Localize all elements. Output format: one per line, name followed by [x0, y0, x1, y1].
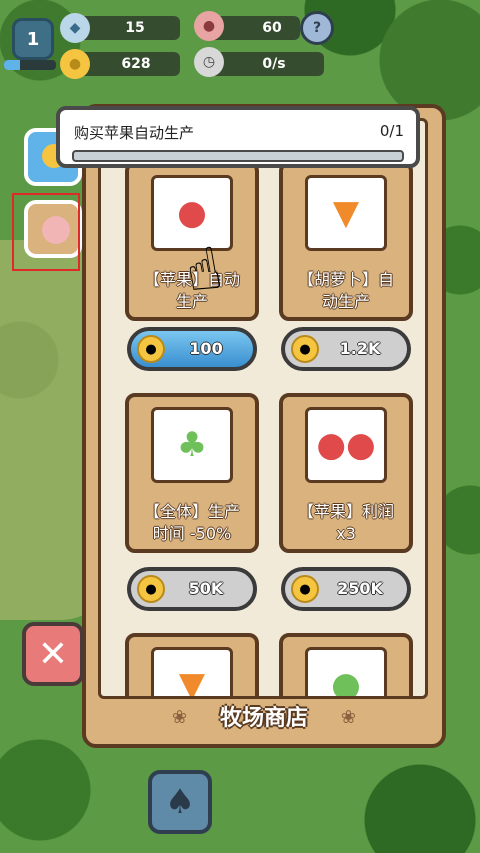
shop-card-apple-profit[interactable]: ●● 【苹果】利润 x3	[279, 393, 413, 553]
price-value: 50K	[188, 579, 224, 598]
coin-icon: ●	[137, 575, 165, 603]
close-button[interactable]: ✕	[22, 622, 84, 686]
quest-count: 0/1	[379, 122, 404, 140]
help-button[interactable]: ?	[300, 11, 334, 45]
bush-clock-icon: ♣	[151, 407, 233, 483]
card-description: 【苹果】利润 x3	[289, 501, 403, 545]
level-number: 1	[26, 28, 40, 50]
paw-icon: ❀	[340, 707, 356, 728]
icecream-count: 60	[262, 20, 282, 36]
shovel-button[interactable]: ♠	[148, 770, 212, 834]
carrot-bundle-icon: ▼	[151, 647, 233, 696]
apple-crate-icon: ●●	[305, 407, 387, 483]
level-progress-fill	[4, 60, 20, 70]
card-line-2: 时间 -50%	[152, 524, 232, 543]
card-line-1: 【胡萝卜】自	[297, 270, 394, 289]
card-line-1: 【全体】生产	[143, 502, 240, 521]
shovel-icon: ♠	[164, 782, 196, 822]
shop-title: 牧场商店	[219, 706, 308, 731]
quest-label: 购买苹果自动生产	[74, 124, 195, 142]
gem-icon: ◆	[60, 13, 90, 43]
rate-value: 0/s	[262, 56, 286, 72]
vegetable-icon: ●	[305, 647, 387, 696]
tutorial-highlight-box	[12, 193, 80, 271]
level-badge[interactable]: 1	[12, 18, 54, 60]
close-icon: ✕	[37, 633, 69, 675]
shop-panel: ● 【苹果】自动 生产 ● 100 ▼ 【胡萝卜】自 动生产 ● 1.2K ♣ 【全…	[82, 104, 446, 748]
price-value: 1.2K	[339, 339, 381, 358]
coin-icon: ●	[60, 49, 90, 79]
coin-icon: ●	[291, 575, 319, 603]
level-progress-bar	[4, 60, 56, 70]
card-line-2: 动生产	[321, 292, 370, 311]
card-line-2: x3	[336, 524, 356, 543]
price-button-all-speed[interactable]: ● 50K	[127, 567, 257, 611]
price-value: 100	[189, 339, 223, 358]
quest-banner: 购买苹果自动生产 0/1	[56, 106, 420, 168]
price-button-apple-profit[interactable]: ● 250K	[281, 567, 411, 611]
coin-icon: ●	[137, 335, 165, 363]
shop-card-carrot-auto[interactable]: ▼ 【胡萝卜】自 动生产	[279, 161, 413, 321]
icecream-icon: ●	[194, 11, 224, 41]
card-description: 【全体】生产 时间 -50%	[135, 501, 249, 545]
card-description: 【胡萝卜】自 动生产	[289, 269, 403, 313]
stopwatch-icon: ◷	[194, 47, 224, 77]
price-value: 250K	[337, 579, 383, 598]
price-button-apple-auto[interactable]: ● 100	[127, 327, 257, 371]
gem-count: 15	[125, 20, 145, 36]
price-button-carrot-auto[interactable]: ● 1.2K	[281, 327, 411, 371]
carrot-conveyor-icon: ▼	[305, 175, 387, 251]
coin-count: 628	[121, 56, 151, 72]
card-line-1: 【苹果】利润	[297, 502, 394, 521]
help-glyph: ?	[312, 20, 322, 36]
quest-progress-bar	[72, 150, 404, 162]
shop-item-grid: ● 【苹果】自动 生产 ● 100 ▼ 【胡萝卜】自 动生产 ● 1.2K ♣ 【全…	[98, 118, 428, 699]
shop-card-partial[interactable]: ●	[279, 633, 413, 696]
shop-card-partial[interactable]: ▼	[125, 633, 259, 696]
coin-icon: ●	[291, 335, 319, 363]
shop-card-all-speed[interactable]: ♣ 【全体】生产 时间 -50%	[125, 393, 259, 553]
